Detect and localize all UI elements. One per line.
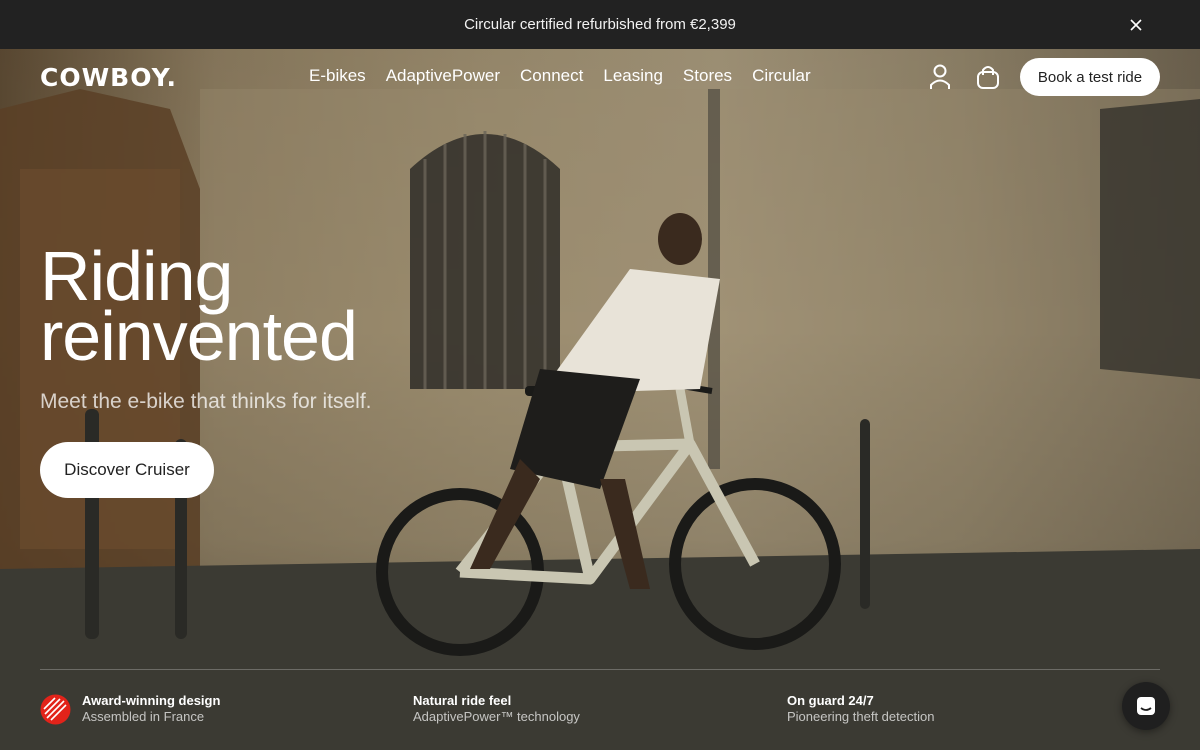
feature-title: Award-winning design — [82, 693, 221, 708]
nav-item-connect[interactable]: Connect — [520, 66, 583, 86]
discover-cruiser-button[interactable]: Discover Cruiser — [40, 442, 214, 498]
divider — [40, 669, 1160, 670]
nav-item-leasing[interactable]: Leasing — [603, 66, 663, 86]
feature-award: Award-winning design Assembled in France — [82, 693, 220, 725]
feature-theft: On guard 24/7 Pioneering theft detection — [787, 693, 934, 725]
close-icon[interactable] — [1128, 17, 1144, 33]
feature-subtitle: Pioneering theft detection — [787, 709, 935, 724]
headline-line-2: reinvented — [40, 297, 358, 375]
nav-item-circular[interactable]: Circular — [752, 66, 811, 86]
announcement-text[interactable]: Circular certified refurbished from €2,3… — [464, 16, 736, 33]
hero-subline: Meet the e-bike that thinks for itself. — [40, 390, 372, 413]
book-test-ride-button[interactable]: Book a test ride — [1020, 58, 1160, 96]
chat-launcher-button[interactable] — [1122, 682, 1170, 730]
red-dot-award-icon — [40, 694, 71, 725]
nav-item-stores[interactable]: Stores — [683, 66, 732, 86]
feature-title: On guard 24/7 — [787, 693, 874, 708]
user-icon[interactable] — [926, 63, 954, 91]
nav-item-adaptivepower[interactable]: AdaptivePower — [386, 66, 500, 86]
site-header: COWBOY. E-bikes AdaptivePower Connect Le… — [0, 49, 1200, 105]
nav-item-e-bikes[interactable]: E-bikes — [309, 66, 366, 86]
feature-subtitle: Assembled in France — [82, 709, 205, 724]
feature-title: Natural ride feel — [413, 693, 512, 708]
main-nav: E-bikes AdaptivePower Connect Leasing St… — [309, 66, 811, 86]
feature-ride-feel: Natural ride feel AdaptivePower™ technol… — [413, 693, 580, 725]
cowboy-logo[interactable]: COWBOY. — [40, 63, 177, 92]
announcement-bar: Circular certified refurbished from €2,3… — [0, 0, 1200, 49]
feature-subtitle: AdaptivePower™ technology — [413, 709, 580, 724]
hero-headline: Riding reinvented — [40, 241, 540, 371]
chat-icon — [1137, 697, 1155, 715]
bag-icon[interactable] — [974, 63, 1002, 91]
